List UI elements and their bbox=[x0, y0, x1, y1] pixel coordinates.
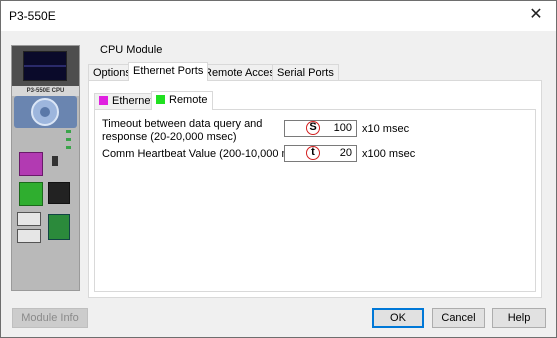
heartbeat-label: Comm Heartbeat Value (200-10,000 msec) bbox=[102, 148, 312, 160]
help-button[interactable]: Help bbox=[492, 308, 546, 328]
section-label: CPU Module bbox=[100, 44, 163, 56]
tab-ethernet-ports[interactable]: Ethernet Ports bbox=[128, 62, 209, 81]
dialog-window: P3-550E ✕ P3-550E CPU CPU Module Options… bbox=[0, 0, 557, 338]
cpu-device-image: P3-550E CPU bbox=[11, 45, 80, 291]
device-keypad bbox=[14, 96, 77, 128]
device-rj-port bbox=[48, 182, 70, 204]
subtab-remote[interactable]: Remote bbox=[151, 91, 213, 110]
ethernet-color-swatch bbox=[99, 96, 108, 105]
device-usb-port bbox=[17, 212, 41, 226]
device-model-label: P3-550E CPU bbox=[12, 86, 79, 96]
heartbeat-input[interactable]: t 20 bbox=[284, 145, 357, 162]
device-terminal-block bbox=[48, 214, 70, 240]
title-bar: P3-550E ✕ bbox=[1, 1, 556, 31]
remote-color-swatch bbox=[156, 95, 165, 104]
timeout-label: Timeout between data query and response … bbox=[102, 118, 262, 144]
timeout-label-line1: Timeout between data query and bbox=[102, 118, 263, 130]
timeout-input[interactable]: S 100 bbox=[284, 120, 357, 137]
module-info-button[interactable]: Module Info bbox=[12, 308, 88, 328]
tab-serial-ports[interactable]: Serial Ports bbox=[272, 64, 339, 81]
subtab-remote-label: Remote bbox=[169, 94, 208, 106]
device-ethernet-port bbox=[19, 152, 43, 176]
ok-button[interactable]: OK bbox=[372, 308, 424, 328]
device-status-leds bbox=[64, 130, 74, 160]
subtab-ethernet-label: Ethernet bbox=[112, 95, 154, 107]
heartbeat-marker-icon: t bbox=[306, 146, 320, 160]
close-icon[interactable]: ✕ bbox=[524, 4, 548, 26]
device-remote-port bbox=[19, 182, 43, 206]
timeout-label-line2: response (20-20,000 msec) bbox=[102, 131, 237, 143]
device-display bbox=[23, 51, 67, 81]
device-usb-port bbox=[17, 229, 41, 243]
cancel-button[interactable]: Cancel bbox=[432, 308, 485, 328]
timeout-value: 100 bbox=[333, 122, 352, 134]
heartbeat-unit: x100 msec bbox=[362, 148, 416, 160]
subtab-ethernet[interactable]: Ethernet bbox=[94, 93, 159, 109]
device-run-switch bbox=[52, 156, 58, 166]
heartbeat-value: 20 bbox=[339, 147, 352, 159]
timeout-marker-icon: S bbox=[306, 121, 320, 135]
timeout-unit: x10 msec bbox=[362, 123, 410, 135]
device-top bbox=[12, 46, 79, 86]
window-title: P3-550E bbox=[9, 9, 56, 23]
